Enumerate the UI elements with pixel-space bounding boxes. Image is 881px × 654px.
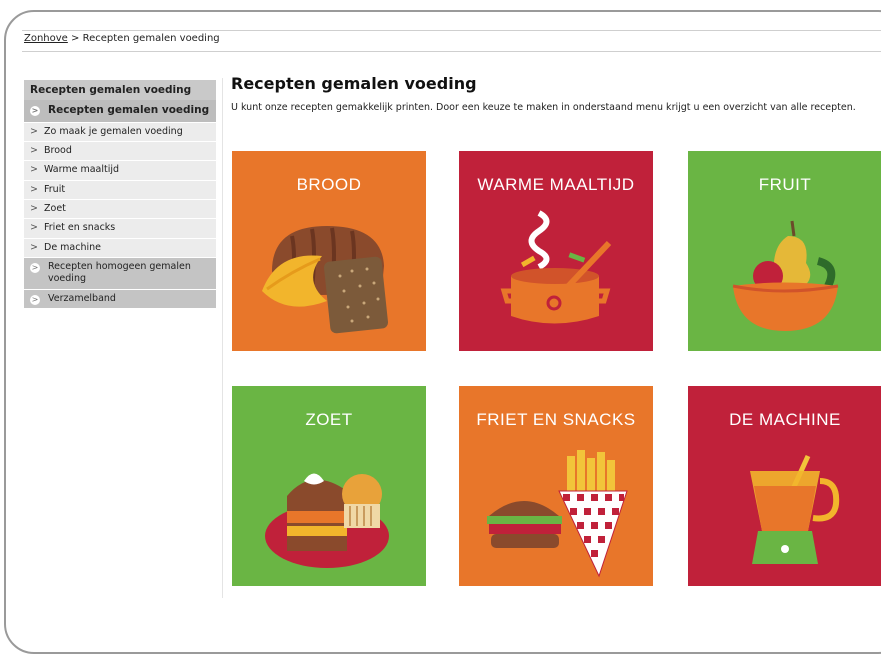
sidebar-item-label: Recepten gemalen voeding	[48, 104, 210, 116]
main-content: Recepten gemalen voeding U kunt onze rec…	[231, 74, 881, 114]
sidebar-item-label: Brood	[44, 144, 72, 156]
sidebar-item-label: Verzamelband	[48, 292, 116, 304]
tile-label: FRUIT	[758, 175, 812, 194]
sidebar-nav: Recepten gemalen voeding > Recepten gemal…	[24, 80, 216, 310]
column-divider	[222, 78, 223, 598]
chevron-right-icon: >	[30, 294, 40, 305]
chevron-right-icon: >	[30, 164, 38, 176]
sidebar-item-brood[interactable]: > Brood	[24, 141, 216, 162]
tile-de-machine[interactable]: DE MACHINE	[688, 386, 881, 586]
sidebar-item-label: Fruit	[44, 183, 66, 195]
tile-zoet[interactable]: ZOET	[232, 386, 426, 586]
tile-warme-maaltijd[interactable]: WARME MAALTIJD	[459, 151, 653, 351]
sidebar-item-de-machine[interactable]: > De machine	[24, 238, 216, 259]
tile-friet-en-snacks[interactable]: FRIET EN SNACKS	[459, 386, 653, 586]
breadcrumb-current: Recepten gemalen voeding	[82, 33, 220, 44]
top-divider	[22, 30, 881, 31]
sidebar-item-zoet[interactable]: > Zoet	[24, 200, 216, 220]
sidebar-item-fruit[interactable]: > Fruit	[24, 180, 216, 201]
breadcrumb-separator: >	[67, 33, 83, 44]
breadcrumb: Zonhove > Recepten gemalen voeding	[24, 33, 220, 44]
sidebar-item-label: Friet en snacks	[44, 222, 116, 234]
sidebar-item-zo-maak[interactable]: > Zo maak je gemalen voeding	[24, 122, 216, 142]
tile-brood[interactable]: BROOD	[232, 151, 426, 351]
tile-fruit[interactable]: FRUIT	[688, 151, 881, 351]
sidebar-item-verzamelband[interactable]: > Verzamelband	[24, 289, 216, 310]
intro-text: U kunt onze recepten gemakkelijk printen…	[231, 102, 856, 113]
chevron-right-icon: >	[30, 106, 40, 116]
tile-label: DE MACHINE	[729, 410, 841, 429]
sidebar-item-label: De machine	[44, 241, 102, 253]
sidebar-header: Recepten gemalen voeding	[24, 80, 216, 100]
sidebar-item-recepten-homogeen[interactable]: > Recepten homogeen gemalen voeding	[24, 258, 216, 290]
chevron-right-icon: >	[30, 222, 38, 234]
chevron-right-icon: >	[30, 263, 40, 274]
sidebar-item-label: Zoet	[44, 203, 66, 215]
breadcrumb-divider	[22, 51, 881, 52]
sidebar-item-label: Recepten homogeen gemalen voeding	[48, 261, 191, 285]
chevron-right-icon: >	[30, 203, 38, 215]
sidebar-item-recepten-gemalen-voeding[interactable]: > Recepten gemalen voeding	[24, 100, 216, 123]
sidebar-item-warme-maaltijd[interactable]: > Warme maaltijd	[24, 161, 216, 181]
chevron-right-icon: >	[30, 144, 38, 156]
chevron-right-icon: >	[30, 125, 38, 137]
sidebar-item-label: Warme maaltijd	[44, 164, 120, 176]
chevron-right-icon: >	[30, 241, 38, 253]
chevron-right-icon: >	[30, 183, 38, 195]
tile-label: FRIET EN SNACKS	[476, 410, 636, 429]
page-title: Recepten gemalen voeding	[231, 74, 477, 93]
tile-label: WARME MAALTIJD	[477, 175, 635, 194]
tile-label: BROOD	[296, 175, 362, 194]
breadcrumb-home-link[interactable]: Zonhove	[24, 33, 68, 44]
sidebar-item-friet-en-snacks[interactable]: > Friet en snacks	[24, 219, 216, 239]
tile-label: ZOET	[305, 410, 353, 429]
sidebar-item-label: Zo maak je gemalen voeding	[44, 125, 183, 137]
